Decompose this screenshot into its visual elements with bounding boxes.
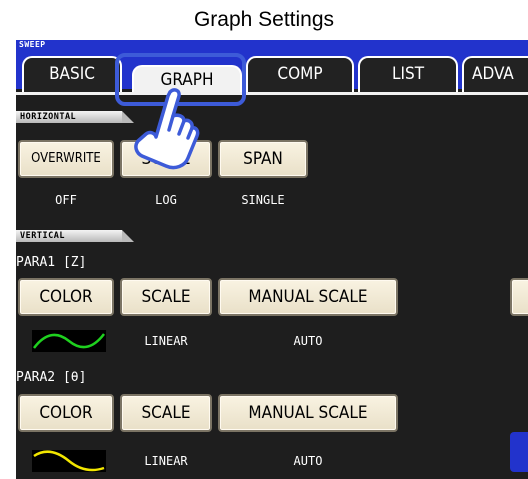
para2-manual-scale-value: AUTO [293, 454, 323, 468]
tab-list[interactable]: LIST [358, 56, 458, 92]
para2-scale-value: LINEAR [144, 454, 188, 468]
overwrite-button[interactable]: OVERWRITE [18, 140, 114, 178]
para1-label: PARA1 [Z] [16, 255, 87, 270]
instrument-screen: SWEEP BASIC GRAPH COMP LIST ADVA HORIZON… [16, 40, 528, 479]
para2-color-swatch [32, 450, 106, 472]
tab-comp[interactable]: COMP [246, 56, 354, 92]
pointing-hand-icon [134, 88, 200, 170]
para1-color-swatch [32, 330, 106, 352]
tab-basic[interactable]: BASIC [22, 56, 122, 92]
section-horizontal: HORIZONTAL [16, 111, 134, 123]
para1-side-button[interactable] [510, 278, 528, 316]
para2-side-button[interactable] [510, 432, 528, 472]
para1-color-button[interactable]: COLOR [18, 278, 114, 316]
tab-underline [16, 92, 528, 95]
page-title: Graph Settings [193, 8, 335, 31]
para1-scale-button[interactable]: SCALE [120, 278, 212, 316]
span-button[interactable]: SPAN [218, 140, 308, 178]
overwrite-value: OFF [55, 193, 77, 207]
sweep-bar: SWEEP [16, 40, 528, 49]
sweep-label: SWEEP [19, 40, 46, 49]
para1-manual-scale-button[interactable]: MANUAL SCALE [218, 278, 398, 316]
para2-color-button[interactable]: COLOR [18, 394, 114, 432]
para1-scale-value: LINEAR [144, 334, 188, 348]
tab-advanced[interactable]: ADVA [462, 56, 528, 92]
horizontal-scale-value: LOG [155, 193, 177, 207]
span-value: SINGLE [241, 193, 285, 207]
para2-scale-button[interactable]: SCALE [120, 394, 212, 432]
para1-trace-icon [33, 333, 105, 349]
section-vertical: VERTICAL [16, 230, 134, 242]
para1-manual-scale-value: AUTO [293, 334, 323, 348]
para2-manual-scale-button[interactable]: MANUAL SCALE [218, 394, 398, 432]
para2-trace-icon [33, 450, 105, 472]
para2-label: PARA2 [θ] [16, 370, 87, 385]
